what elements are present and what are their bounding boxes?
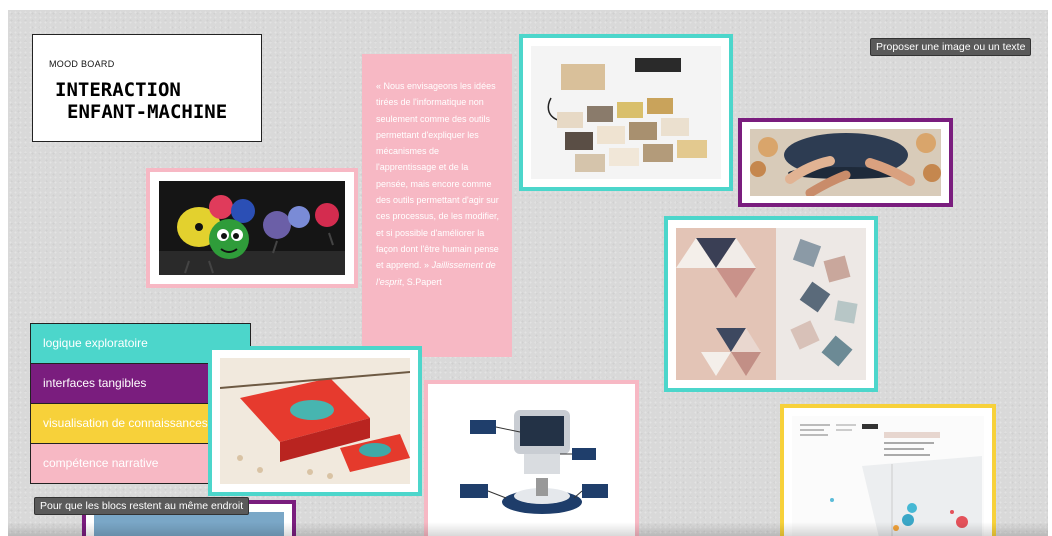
image-card-red-table[interactable] (208, 346, 422, 496)
triangle-cubes-illustration (676, 228, 866, 380)
quote-text: « Nous envisageons les idées tirées de l… (376, 81, 500, 271)
data-visualization-illustration (792, 416, 984, 536)
image-card-wooden-boxes[interactable] (519, 34, 733, 191)
robots-photo (159, 181, 345, 275)
image-card-triangle-cubes[interactable] (664, 216, 878, 392)
bottom-shadow (8, 522, 1048, 536)
hands-table-illustration (750, 129, 941, 196)
page-title: INTERACTION ENFANT-MACHINE (55, 79, 227, 123)
data-visualization-photo (792, 416, 984, 536)
quote-author: , S.Papert (401, 276, 442, 287)
wooden-boxes-photo (531, 46, 721, 179)
title-line-1: INTERACTION (55, 79, 181, 101)
robots-illustration (159, 181, 345, 275)
image-card-hands-table[interactable] (738, 118, 953, 207)
propose-image-button[interactable]: Proposer une image ou un texte (870, 38, 1032, 56)
red-table-photo (220, 358, 410, 484)
image-card-device-diagram[interactable] (424, 380, 639, 536)
image-card-robots[interactable] (146, 168, 358, 288)
red-table-illustration (220, 358, 410, 484)
fixed-blocks-button[interactable]: Pour que les blocs restent au même endro… (34, 497, 250, 515)
mood-board-subtitle: MOOD BOARD (49, 59, 115, 69)
image-card-data-visualization[interactable] (780, 404, 996, 536)
mood-board-canvas: MOOD BOARD INTERACTION ENFANT-MACHINE Pr… (8, 10, 1048, 536)
papert-quote[interactable]: « Nous envisageons les idées tirées de l… (362, 54, 512, 357)
wooden-boxes-illustration (531, 46, 721, 179)
triangle-cubes-photo (676, 228, 866, 380)
device-diagram-illustration (436, 392, 627, 536)
device-diagram-photo (436, 392, 627, 536)
title-line-2: ENFANT-MACHINE (67, 101, 228, 123)
title-card[interactable]: MOOD BOARD INTERACTION ENFANT-MACHINE (32, 34, 262, 142)
hands-table-photo (750, 129, 941, 196)
